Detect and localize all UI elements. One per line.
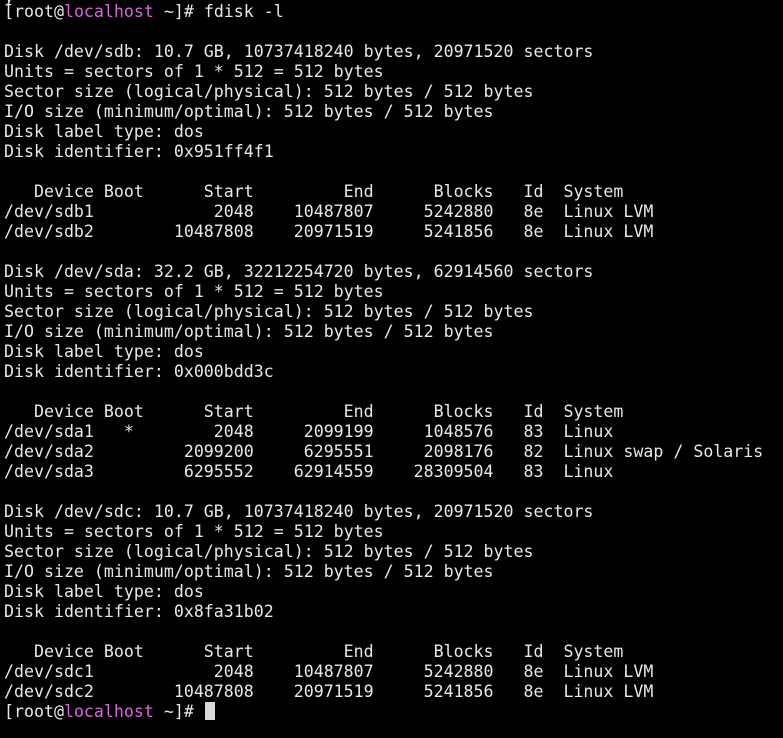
prompt-close: ~]# [153,702,204,721]
command-text: fdisk -l [203,2,284,21]
terminal-window[interactable]: y [root@localhost ~]# fdisk -l Disk /dev… [0,0,783,738]
partition-table-header: Device Boot Start End Blocks Id System [4,642,624,661]
partition-row: /dev/sdc2 10487808 20971519 5241856 8e L… [4,682,654,701]
partition-row: /dev/sda2 2099200 6295551 2098176 82 Lin… [4,442,764,461]
cursor-block[interactable] [204,702,215,720]
disk-info-line: I/O size (minimum/optimal): 512 bytes / … [4,562,494,581]
disk-info-line: Disk /dev/sdc: 10.7 GB, 10737418240 byte… [4,502,594,521]
active-prompt-line[interactable]: [root@localhost ~]# [4,702,783,722]
disk-info-line: Disk /dev/sda: 32.2 GB, 32212254720 byte… [4,262,594,281]
disk-info-line: Disk identifier: 0x000bdd3c [4,362,274,381]
disk-info-line: Sector size (logical/physical): 512 byte… [4,302,534,321]
disk-info-line: Sector size (logical/physical): 512 byte… [4,542,534,561]
disk-info-line: Units = sectors of 1 * 512 = 512 bytes [4,522,384,541]
prompt-host: localhost [63,702,154,721]
disk-info-line: Disk label type: dos [4,122,204,141]
partition-table-header: Device Boot Start End Blocks Id System [4,402,624,421]
disk-info-line: Units = sectors of 1 * 512 = 512 bytes [4,62,384,81]
partition-row: /dev/sdb1 2048 10487807 5242880 8e Linux… [4,202,654,221]
partition-row: /dev/sdc1 2048 10487807 5242880 8e Linux… [4,662,654,681]
disk-info-line: Disk identifier: 0x951ff4f1 [4,142,274,161]
disk-info-line: I/O size (minimum/optimal): 512 bytes / … [4,102,494,121]
prompt-close: ~]# [153,2,204,21]
disk-info-line: Disk label type: dos [4,582,204,601]
partition-table-header: Device Boot Start End Blocks Id System [4,182,624,201]
command-line: [root@localhost ~]# fdisk -l [4,2,783,22]
disk-info-line: Units = sectors of 1 * 512 = 512 bytes [4,282,384,301]
partition-row: /dev/sdb2 10487808 20971519 5241856 8e L… [4,222,654,241]
clipped-previous-line: y [4,0,14,7]
disk-info-line: Disk /dev/sdb: 10.7 GB, 10737418240 byte… [4,42,594,61]
partition-row: /dev/sda1 * 2048 2099199 1048576 83 Linu… [4,422,614,441]
prompt-host: localhost [63,2,154,21]
disk-info-line: Disk label type: dos [4,342,204,361]
disk-info-line: Disk identifier: 0x8fa31b02 [4,602,274,621]
disk-info-line: Sector size (logical/physical): 512 byte… [4,82,534,101]
prompt-open: [root@ [4,702,64,721]
disk-info-line: I/O size (minimum/optimal): 512 bytes / … [4,322,494,341]
partition-row: /dev/sda3 6295552 62914559 28309504 83 L… [4,462,614,481]
